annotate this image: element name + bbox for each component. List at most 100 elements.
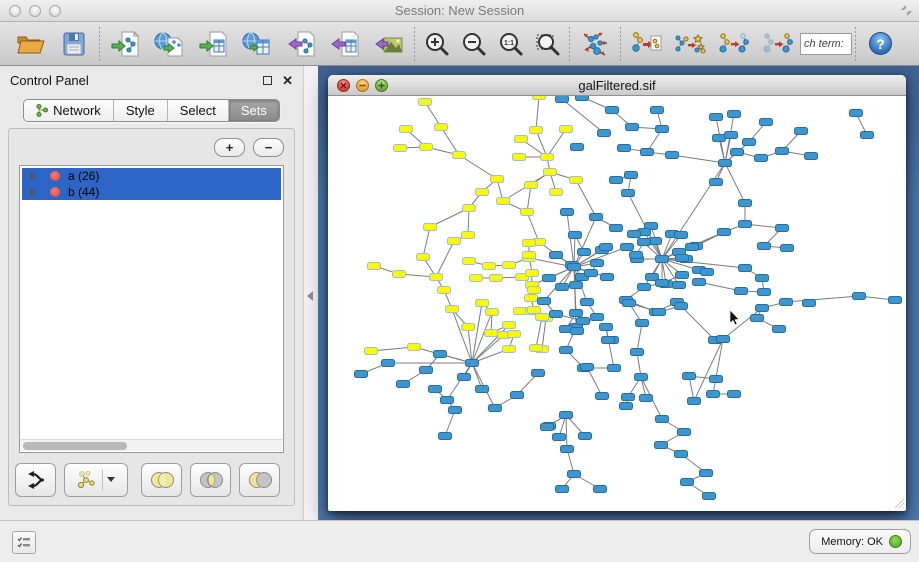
select-first-neighbors-button[interactable]: [668, 24, 712, 64]
list-item-set-b[interactable]: b (44): [22, 184, 281, 200]
window-title: Session: New Session: [0, 3, 919, 18]
window-titlebar[interactable]: Session: New Session: [0, 0, 919, 22]
expand-arrow-icon[interactable]: [30, 172, 36, 180]
import-network-file-button[interactable]: [103, 24, 147, 64]
set-operations-toolbar: [15, 461, 288, 498]
import-table-web-button[interactable]: [235, 24, 279, 64]
set-color-dot: [50, 187, 60, 197]
control-panel: Control Panel ✕ Network: [0, 66, 303, 520]
network-window-titlebar[interactable]: galFiltered.sif: [328, 75, 906, 96]
difference-icon: [247, 470, 273, 490]
maximize-view-button[interactable]: [375, 79, 388, 92]
network-tab-icon: [36, 104, 48, 117]
tab-select[interactable]: Select: [168, 100, 229, 121]
toolbar-separator: [569, 27, 570, 61]
minimize-window-button[interactable]: [29, 5, 41, 17]
toolbar-separator: [620, 27, 621, 61]
export-network-button[interactable]: [279, 24, 323, 64]
select-first-neighbors-icon: [674, 30, 706, 58]
tab-sets-label: Sets: [241, 103, 267, 118]
set-label: b (44): [68, 185, 99, 199]
hide-selected-button[interactable]: [712, 24, 756, 64]
tab-network-label: Network: [53, 103, 101, 118]
zoom-out-button[interactable]: [455, 24, 492, 64]
difference-sets-button[interactable]: [239, 463, 280, 497]
close-panel-icon[interactable]: ✕: [282, 74, 293, 87]
traffic-lights: [9, 5, 61, 17]
tab-network[interactable]: Network: [24, 100, 114, 121]
save-session-button[interactable]: [52, 24, 96, 64]
tab-style[interactable]: Style: [114, 100, 168, 121]
resize-grip[interactable]: [891, 495, 905, 509]
combo-divider: [102, 469, 103, 491]
new-network-from-selection-button[interactable]: [624, 24, 668, 64]
import-network-file-icon: [110, 30, 140, 58]
panel-splitter[interactable]: [303, 66, 318, 520]
export-table-icon: [330, 30, 360, 58]
memory-status-button[interactable]: Memory: OK: [809, 529, 911, 554]
zoom-fit-selected-icon: [535, 31, 561, 57]
remove-set-button[interactable]: −: [253, 138, 284, 157]
network-window-title: galFiltered.sif: [578, 78, 655, 93]
scrollbar-thumb[interactable]: [23, 442, 127, 450]
intersection-sets-button[interactable]: [190, 463, 231, 497]
set-color-dot: [50, 171, 60, 181]
import-network-web-button[interactable]: [147, 24, 191, 64]
zoom-fit-selected-button[interactable]: [529, 24, 566, 64]
toolbar-separator: [99, 27, 100, 61]
split-arrows-icon: [25, 470, 47, 490]
export-table-button[interactable]: [323, 24, 367, 64]
collapse-panel-handle[interactable]: [307, 291, 313, 301]
import-network-web-icon: [154, 30, 184, 58]
zoom-actual-size-button[interactable]: 1:1: [492, 24, 529, 64]
zoom-in-button[interactable]: [418, 24, 455, 64]
toolbar-separator: [414, 27, 415, 61]
hide-selected-icon: [718, 30, 750, 58]
main-area: Control Panel ✕ Network: [0, 66, 919, 520]
horizontal-scrollbar[interactable]: [21, 439, 282, 451]
add-set-button[interactable]: +: [214, 138, 245, 157]
sets-panel: + − a (26) b (44): [8, 128, 295, 506]
import-table-file-button[interactable]: [191, 24, 235, 64]
network-view-window[interactable]: galFiltered.sif: [328, 75, 906, 511]
close-window-button[interactable]: [9, 5, 21, 17]
tab-sets[interactable]: Sets: [229, 100, 279, 121]
new-network-from-selection-icon: [630, 30, 662, 58]
union-sets-button[interactable]: [141, 463, 182, 497]
close-view-button[interactable]: [337, 79, 350, 92]
export-image-button[interactable]: [367, 24, 411, 64]
open-file-button[interactable]: [8, 24, 52, 64]
network-desktop: galFiltered.sif: [318, 66, 919, 520]
apply-layout-button[interactable]: [573, 24, 617, 64]
control-panel-header: Control Panel ✕: [0, 66, 303, 94]
zoom-window-button[interactable]: [49, 5, 61, 17]
minimize-view-button[interactable]: [356, 79, 369, 92]
export-network-icon: [286, 30, 316, 58]
export-image-icon: [374, 30, 404, 58]
toolbar-separator: [855, 27, 856, 61]
import-table-web-icon: [242, 30, 272, 58]
create-set-from-network-button[interactable]: [64, 463, 128, 497]
tab-style-label: Style: [126, 103, 155, 118]
union-icon: [149, 470, 175, 490]
split-sets-button[interactable]: [15, 463, 56, 497]
main-toolbar: 1:1: [0, 22, 919, 66]
expand-arrow-icon[interactable]: [30, 188, 36, 196]
sets-list[interactable]: a (26) b (44): [19, 165, 284, 453]
task-history-button[interactable]: [12, 531, 36, 554]
intersection-icon: [198, 470, 224, 490]
help-button[interactable]: ?: [869, 32, 892, 55]
fullscreen-icon[interactable]: [900, 4, 913, 17]
set-label: a (26): [68, 169, 99, 183]
network-graph[interactable]: [328, 96, 906, 510]
apply-layout-icon: [580, 30, 610, 58]
search-input[interactable]: [800, 33, 852, 55]
network-canvas[interactable]: [328, 96, 906, 510]
show-all-button[interactable]: [756, 24, 800, 64]
zoom-out-icon: [461, 31, 487, 57]
import-table-file-icon: [198, 30, 228, 58]
float-panel-icon[interactable]: [263, 76, 272, 85]
chevron-down-icon[interactable]: [107, 477, 115, 482]
status-bar: Memory: OK: [0, 520, 919, 562]
list-item-set-a[interactable]: a (26): [22, 168, 281, 184]
